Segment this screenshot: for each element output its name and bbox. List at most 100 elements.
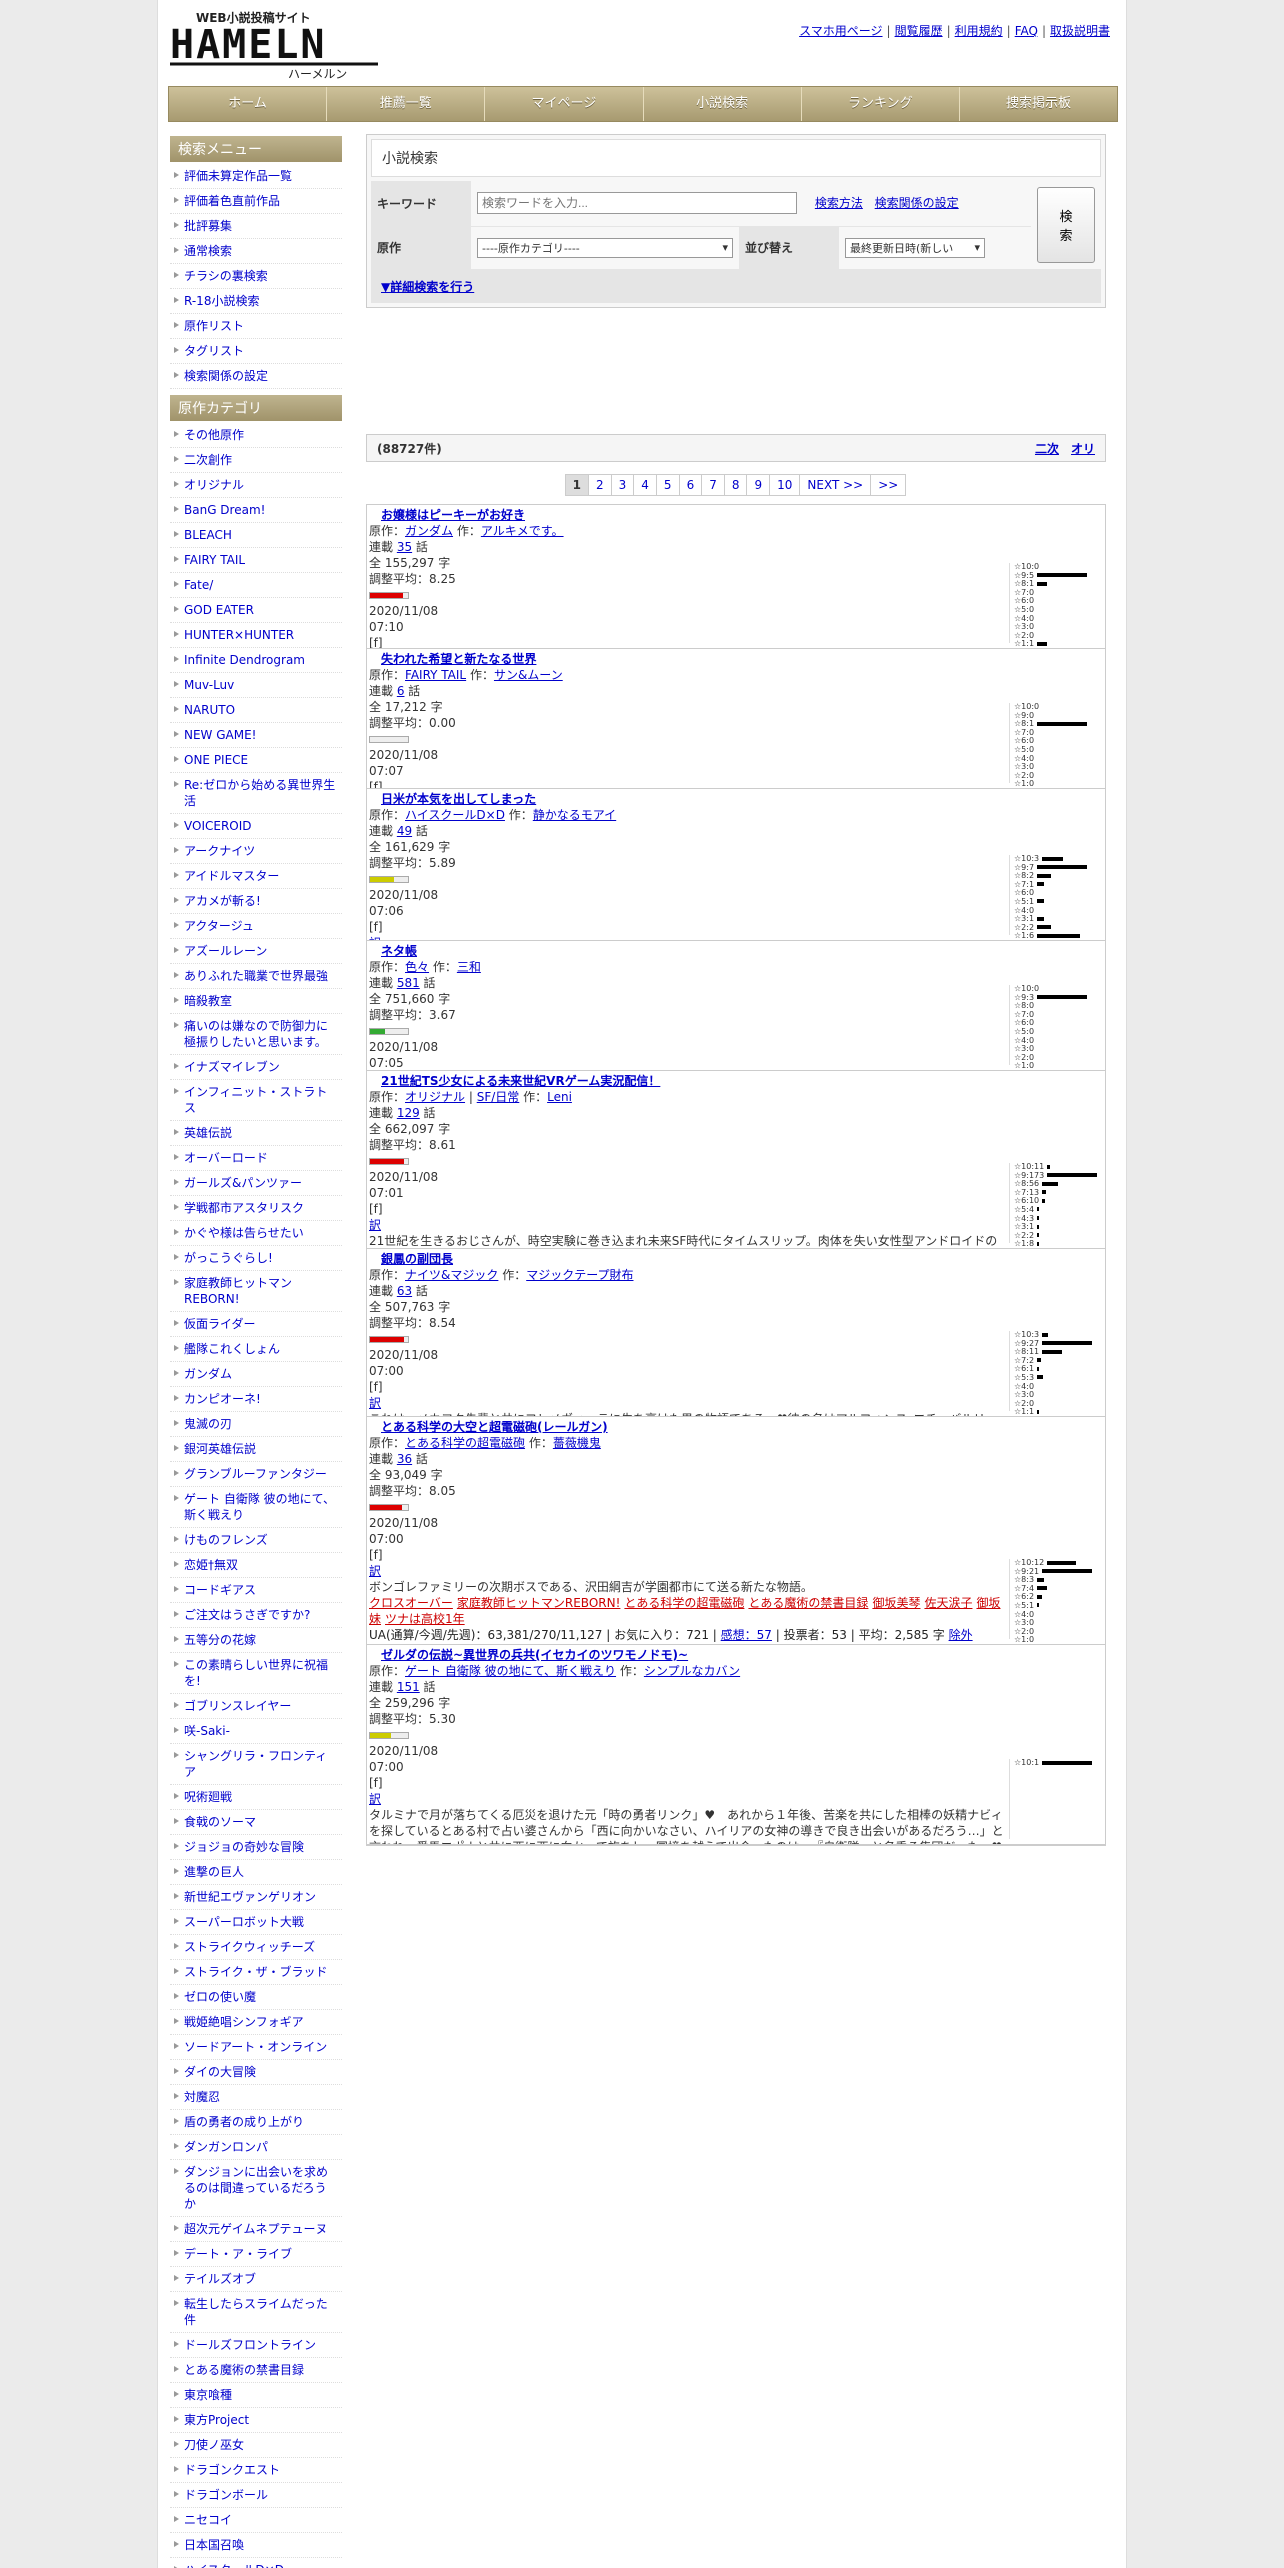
episode-count[interactable]: 36	[397, 1452, 412, 1466]
pager-item[interactable]: 7	[701, 474, 725, 496]
nav-item[interactable]: 推薦一覧	[327, 87, 486, 121]
sidebar-menu-item[interactable]: 評価未算定作品一覧	[170, 164, 342, 189]
sidebar-category-item[interactable]: アイドルマスター	[170, 864, 342, 889]
sidebar-category-item[interactable]: イナズマイレブン	[170, 1055, 342, 1080]
novel-title[interactable]: お嬢様はピーキーがお好き	[381, 508, 525, 522]
episode-count[interactable]: 581	[397, 976, 420, 990]
sidebar-category-item[interactable]: 咲-Saki-	[170, 1719, 342, 1744]
sidebar-category-item[interactable]: がっこうぐらし!	[170, 1246, 342, 1271]
novel-tag[interactable]: クロスオーバー	[369, 1596, 453, 1610]
sidebar-category-item[interactable]: ドラゴンクエスト	[170, 2458, 342, 2483]
sidebar-category-item[interactable]: 家庭教師ヒットマンREBORN!	[170, 1271, 342, 1312]
sidebar-category-item[interactable]: その他原作	[170, 423, 342, 448]
sidebar-menu-item[interactable]: 批評募集	[170, 214, 342, 239]
episode-count[interactable]: 129	[397, 1106, 420, 1120]
sidebar-menu-item[interactable]: 通常検索	[170, 239, 342, 264]
sidebar-category-item[interactable]: ご注文はうさぎですか?	[170, 1603, 342, 1628]
sidebar-category-item[interactable]: Infinite Dendrogram	[170, 648, 342, 673]
sidebar-menu-item[interactable]: タグリスト	[170, 339, 342, 364]
sidebar-category-item[interactable]: ジョジョの奇妙な冒険	[170, 1835, 342, 1860]
sidebar-menu-item[interactable]: 評価着色直前作品	[170, 189, 342, 214]
sidebar-category-item[interactable]: ガールズ&パンツァー	[170, 1171, 342, 1196]
sidebar-category-item[interactable]: ありふれた職業で世界最強	[170, 964, 342, 989]
filter-nijisousaku[interactable]: 二次	[1035, 442, 1059, 456]
pager-item[interactable]: 3	[610, 474, 635, 496]
novel-title[interactable]: 失われた希望と新たなる世界	[381, 652, 536, 666]
episode-count[interactable]: 151	[397, 1680, 420, 1694]
novel-source[interactable]: ナイツ&マジック	[405, 1268, 498, 1282]
sidebar-category-item[interactable]: 盾の勇者の成り上がり	[170, 2110, 342, 2135]
sidebar-category-item[interactable]: ONE PIECE	[170, 748, 342, 773]
pager-item[interactable]: 6	[678, 474, 703, 496]
sidebar-category-item[interactable]: 五等分の花嫁	[170, 1628, 342, 1653]
sidebar-category-item[interactable]: 恋姫†無双	[170, 1553, 342, 1578]
novel-source[interactable]: 色々	[405, 960, 429, 974]
sidebar-category-item[interactable]: ダンジョンに出会いを求めるのは間違っているだろうか	[170, 2160, 342, 2217]
top-link[interactable]: 取扱説明書	[1050, 24, 1110, 38]
sidebar-category-item[interactable]: ドールズフロントライン	[170, 2333, 342, 2358]
pager-item[interactable]: 9	[746, 474, 771, 496]
sidebar-category-item[interactable]: この素晴らしい世界に祝福を!	[170, 1653, 342, 1694]
sidebar-category-item[interactable]: アクタージュ	[170, 914, 342, 939]
sidebar-category-item[interactable]: シャングリラ・フロンティア	[170, 1744, 342, 1785]
novel-tag[interactable]: 佐天涙子	[924, 1596, 972, 1610]
novel-source[interactable]: FAIRY TAIL	[405, 668, 466, 682]
sidebar-category-item[interactable]: 銀河英雄伝説	[170, 1437, 342, 1462]
sidebar-category-item[interactable]: 日本国召喚	[170, 2533, 342, 2558]
novel-source[interactable]: ゲート 自衛隊 彼の地にて、斯く戦えり	[405, 1664, 616, 1678]
sidebar-category-item[interactable]: 英雄伝説	[170, 1121, 342, 1146]
novel-author[interactable]: マジックテープ財布	[526, 1268, 633, 1282]
pager-item[interactable]: 10	[769, 474, 801, 496]
sidebar-category-item[interactable]: ゲート 自衛隊 彼の地にて、斯く戦えり	[170, 1487, 342, 1528]
sidebar-category-item[interactable]: HUNTER×HUNTER	[170, 623, 342, 648]
novel-tag[interactable]: とある魔術の禁書目録	[748, 1596, 868, 1610]
sidebar-category-item[interactable]: 東方Project	[170, 2408, 342, 2433]
sidebar-category-item[interactable]: ニセコイ	[170, 2508, 342, 2533]
pager-item[interactable]: >>	[870, 474, 907, 496]
sidebar-category-item[interactable]: 進撃の巨人	[170, 1860, 342, 1885]
sidebar-category-item[interactable]: 超次元ゲイムネプテューヌ	[170, 2217, 342, 2242]
top-link[interactable]: FAQ	[1015, 24, 1038, 38]
novel-detail-link[interactable]: 訳	[369, 1218, 381, 1232]
episode-count[interactable]: 6	[397, 684, 405, 698]
nav-item[interactable]: マイページ	[485, 87, 644, 121]
pager-item[interactable]: 5	[655, 474, 680, 496]
episode-count[interactable]: 49	[397, 824, 412, 838]
sidebar-category-item[interactable]: かぐや様は告らせたい	[170, 1221, 342, 1246]
sidebar-category-item[interactable]: インフィニット・ストラトス	[170, 1080, 342, 1121]
sidebar-category-item[interactable]: スーパーロボット大戦	[170, 1910, 342, 1935]
novel-tag[interactable]: とある科学の超電磁砲	[624, 1596, 744, 1610]
keyword-input[interactable]	[477, 192, 797, 215]
hameln-logo[interactable]: WEB小説投稿サイト HAMELN ハーメルン	[168, 8, 388, 82]
novel-source[interactable]: オリジナル	[405, 1090, 465, 1104]
novel-detail-link[interactable]: 訳	[369, 1396, 381, 1410]
filter-original[interactable]: オリ	[1071, 442, 1095, 456]
top-link[interactable]: スマホ用ページ	[799, 24, 882, 38]
sidebar-category-item[interactable]: ゴブリンスレイヤー	[170, 1694, 342, 1719]
sidebar-category-item[interactable]: VOICEROID	[170, 814, 342, 839]
sidebar-category-item[interactable]: Muv-Luv	[170, 673, 342, 698]
sidebar-category-item[interactable]: NARUTO	[170, 698, 342, 723]
sidebar-category-item[interactable]: 呪術廻戦	[170, 1785, 342, 1810]
novel-tag[interactable]: 家庭教師ヒットマンREBORN!	[457, 1596, 621, 1610]
sidebar-category-item[interactable]: ゼロの使い魔	[170, 1985, 342, 2010]
search-button[interactable]: 検索	[1037, 187, 1095, 263]
nav-item[interactable]: 小説検索	[644, 87, 802, 121]
novel-detail-link[interactable]: 訳	[369, 1564, 381, 1578]
sidebar-category-item[interactable]: GOD EATER	[170, 598, 342, 623]
novel-title[interactable]: ゼルダの伝説~異世界の兵共(イセカイのツワモノドモ)~	[381, 1648, 688, 1662]
top-link[interactable]: 利用規約	[955, 24, 1003, 38]
sidebar-category-item[interactable]: 東京喰種	[170, 2383, 342, 2408]
novel-title[interactable]: 21世紀TS少女による未来世紀VRゲーム実況配信！	[381, 1074, 660, 1088]
pager-item[interactable]: 4	[633, 474, 657, 496]
source-select[interactable]: ----原作カテゴリ---- ▾	[477, 237, 733, 258]
sidebar-category-item[interactable]: 鬼滅の刃	[170, 1412, 342, 1437]
sidebar-category-item[interactable]: 刀使ノ巫女	[170, 2433, 342, 2458]
sort-select[interactable]: 最終更新日時(新しい ▾	[845, 237, 985, 258]
sidebar-category-item[interactable]: 仮面ライダー	[170, 1312, 342, 1337]
novel-author[interactable]: サン&ムーン	[494, 668, 563, 682]
sidebar-category-item[interactable]: 暗殺教室	[170, 989, 342, 1014]
sidebar-category-item[interactable]: 二次創作	[170, 448, 342, 473]
sidebar-category-item[interactable]: Re:ゼロから始める異世界生活	[170, 773, 342, 814]
sidebar-category-item[interactable]: デート・ア・ライブ	[170, 2242, 342, 2267]
